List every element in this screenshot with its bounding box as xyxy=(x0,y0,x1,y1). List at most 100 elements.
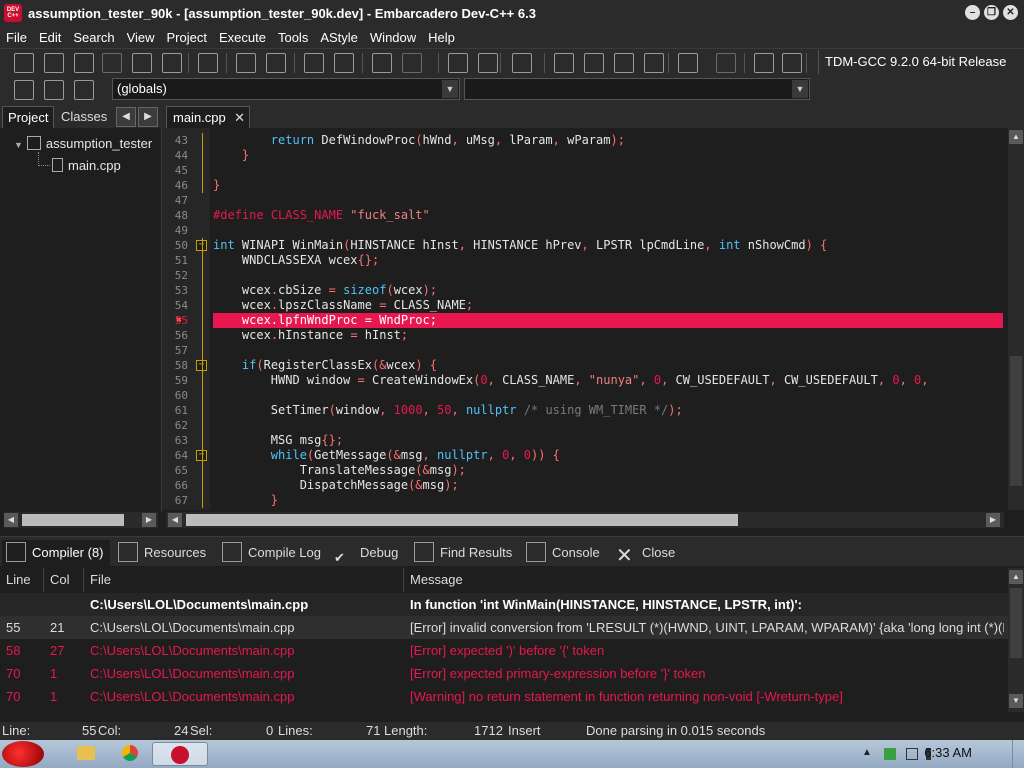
layout-2-icon[interactable] xyxy=(584,53,604,73)
tab-compiler[interactable]: Compiler (8) xyxy=(2,540,110,566)
editor-vscrollbar[interactable]: ▲ xyxy=(1008,128,1024,510)
tab-console[interactable]: Console xyxy=(522,540,600,566)
chevron-down-icon[interactable]: ▼ xyxy=(442,80,458,98)
tray-network-icon[interactable] xyxy=(906,748,918,760)
scope-combo[interactable]: (globals) ▼ xyxy=(112,78,460,100)
table-row[interactable]: 70 1 C:\Users\LOL\Documents\main.cpp [Error… xyxy=(0,662,1008,685)
taskbar-clock[interactable]: 6:33 AM xyxy=(924,745,972,760)
stop-icon[interactable] xyxy=(716,53,736,73)
tray-app-icon[interactable] xyxy=(884,748,896,760)
code-line[interactable]: 53 wcex.cbSize = sizeof(wcex); xyxy=(162,283,1008,298)
menu-astyle[interactable]: AStyle xyxy=(314,30,364,45)
taskbar-explorer-icon[interactable] xyxy=(66,742,106,766)
code-line[interactable]: 67 } xyxy=(162,493,1008,508)
tab-close[interactable]: ✕ Close xyxy=(612,540,675,566)
tree-item-project[interactable]: ▼ assumption_tester xyxy=(14,136,152,151)
code-line[interactable]: 54 wcex.lpszClassName = CLASS_NAME; xyxy=(162,298,1008,313)
messages-vscrollbar[interactable]: ▲ ▼ xyxy=(1008,568,1024,712)
code-line[interactable]: 62 xyxy=(162,418,1008,433)
find-icon[interactable] xyxy=(236,53,256,73)
table-row[interactable]: 55 21 C:\Users\LOL\Documents\main.cpp [Erro… xyxy=(0,616,1008,639)
bookmarks-list-icon[interactable] xyxy=(74,80,94,100)
tab-main-cpp[interactable]: main.cpp ✕ xyxy=(166,106,250,128)
layout-4-icon[interactable] xyxy=(644,53,664,73)
scroll-up-icon[interactable]: ▲ xyxy=(1009,130,1023,144)
scroll-thumb[interactable] xyxy=(186,514,738,526)
minimize-button[interactable]: – xyxy=(965,5,980,20)
code-line[interactable]: 63 MSG msg{}; xyxy=(162,433,1008,448)
close-file-icon[interactable] xyxy=(132,53,152,73)
taskbar-devcpp-icon[interactable] xyxy=(152,742,208,766)
tray-show-hidden-icon[interactable]: ▲ xyxy=(862,747,874,759)
code-line[interactable]: 47 xyxy=(162,193,1008,208)
compiler-select[interactable]: TDM-GCC 9.2.0 64-bit Release xyxy=(818,50,1024,74)
code-line[interactable]: 64− while(GetMessage(&msg, nullptr, 0, 0… xyxy=(162,448,1008,463)
close-icon[interactable]: ✕ xyxy=(234,107,245,129)
new-file-icon[interactable] xyxy=(14,53,34,73)
col-line-header[interactable]: Line xyxy=(0,568,44,592)
scroll-down-icon[interactable]: ▼ xyxy=(1009,694,1023,708)
tab-find-results[interactable]: Find Results xyxy=(410,540,512,566)
code-line[interactable]: 45 xyxy=(162,163,1008,178)
code-line[interactable]: 49 xyxy=(162,223,1008,238)
table-row[interactable]: 70 1 C:\Users\LOL\Documents\main.cpp [Warni… xyxy=(0,685,1008,708)
bookmark-icon[interactable] xyxy=(44,80,64,100)
chart-icon[interactable] xyxy=(754,53,774,73)
table-row[interactable]: C:\Users\LOL\Documents\main.cpp In functi… xyxy=(0,593,1008,616)
tab-scroll-right-icon[interactable]: ▶ xyxy=(138,107,158,127)
undo-icon[interactable] xyxy=(372,53,392,73)
chevron-down-icon[interactable]: ▼ xyxy=(792,80,808,98)
close-button[interactable]: ✕ xyxy=(1003,5,1018,20)
table-row[interactable]: 58 27 C:\Users\LOL\Documents\main.cpp [Erro… xyxy=(0,639,1008,662)
save-icon[interactable] xyxy=(74,53,94,73)
project-hscrollbar[interactable]: ◀ ▶ xyxy=(4,512,158,528)
class-browser-icon[interactable] xyxy=(14,80,34,100)
menu-execute[interactable]: Execute xyxy=(213,30,272,45)
code-line[interactable]: 65 TranslateMessage(&msg); xyxy=(162,463,1008,478)
indent-icon[interactable] xyxy=(334,53,354,73)
tree-item-main-cpp[interactable]: main.cpp xyxy=(52,158,121,173)
scroll-thumb[interactable] xyxy=(1010,356,1022,486)
code-line[interactable]: 46} xyxy=(162,178,1008,193)
scroll-right-icon[interactable]: ▶ xyxy=(986,513,1000,527)
open-icon[interactable] xyxy=(44,53,64,73)
menu-tools[interactable]: Tools xyxy=(272,30,314,45)
menu-help[interactable]: Help xyxy=(422,30,461,45)
col-col-header[interactable]: Col xyxy=(44,568,84,592)
scroll-left-icon[interactable]: ◀ xyxy=(168,513,182,527)
col-message-header[interactable]: Message xyxy=(404,568,1008,592)
code-line[interactable]: 66 DispatchMessage(&msg); xyxy=(162,478,1008,493)
tab-compile-log[interactable]: Compile Log xyxy=(218,540,321,566)
scroll-right-icon[interactable]: ▶ xyxy=(142,513,156,527)
code-line[interactable]: 52 xyxy=(162,268,1008,283)
tab-scroll-left-icon[interactable]: ◀ xyxy=(116,107,136,127)
show-desktop-button[interactable] xyxy=(1012,740,1024,768)
code-line[interactable]: 44 } xyxy=(162,148,1008,163)
toggle-comment-icon[interactable] xyxy=(512,53,532,73)
tab-project[interactable]: Project xyxy=(2,106,55,128)
code-line[interactable]: 57 xyxy=(162,343,1008,358)
start-button[interactable] xyxy=(2,741,44,767)
tab-resources[interactable]: Resources xyxy=(114,540,206,566)
menu-file[interactable]: File xyxy=(0,30,33,45)
scroll-up-icon[interactable]: ▲ xyxy=(1009,570,1023,584)
restore-button[interactable]: ❐ xyxy=(984,5,999,20)
menu-search[interactable]: Search xyxy=(67,30,120,45)
code-editor[interactable]: 43 return DefWindowProc(hWnd, uMsg, lPar… xyxy=(162,128,1008,510)
print-icon[interactable] xyxy=(198,53,218,73)
code-line[interactable]: 59 HWND window = CreateWindowEx(0, CLASS… xyxy=(162,373,1008,388)
tab-classes[interactable]: Classes xyxy=(56,106,112,128)
code-line[interactable]: 58− if(RegisterClassEx(&wcex) { xyxy=(162,358,1008,373)
close-all-icon[interactable] xyxy=(162,53,182,73)
scroll-left-icon[interactable]: ◀ xyxy=(4,513,18,527)
scroll-thumb[interactable] xyxy=(1010,588,1022,658)
code-line[interactable]: 51 WNDCLASSEXA wcex{}; xyxy=(162,253,1008,268)
layout-1-icon[interactable] xyxy=(554,53,574,73)
scroll-thumb[interactable] xyxy=(22,514,124,526)
redo-icon[interactable] xyxy=(402,53,422,73)
code-line[interactable]: 48 #define CLASS_NAME "fuck_salt" xyxy=(162,208,1008,223)
menu-view[interactable]: View xyxy=(121,30,161,45)
layout-3-icon[interactable] xyxy=(614,53,634,73)
col-file-header[interactable]: File xyxy=(84,568,404,592)
tab-debug[interactable]: ✔ Debug xyxy=(330,540,398,566)
